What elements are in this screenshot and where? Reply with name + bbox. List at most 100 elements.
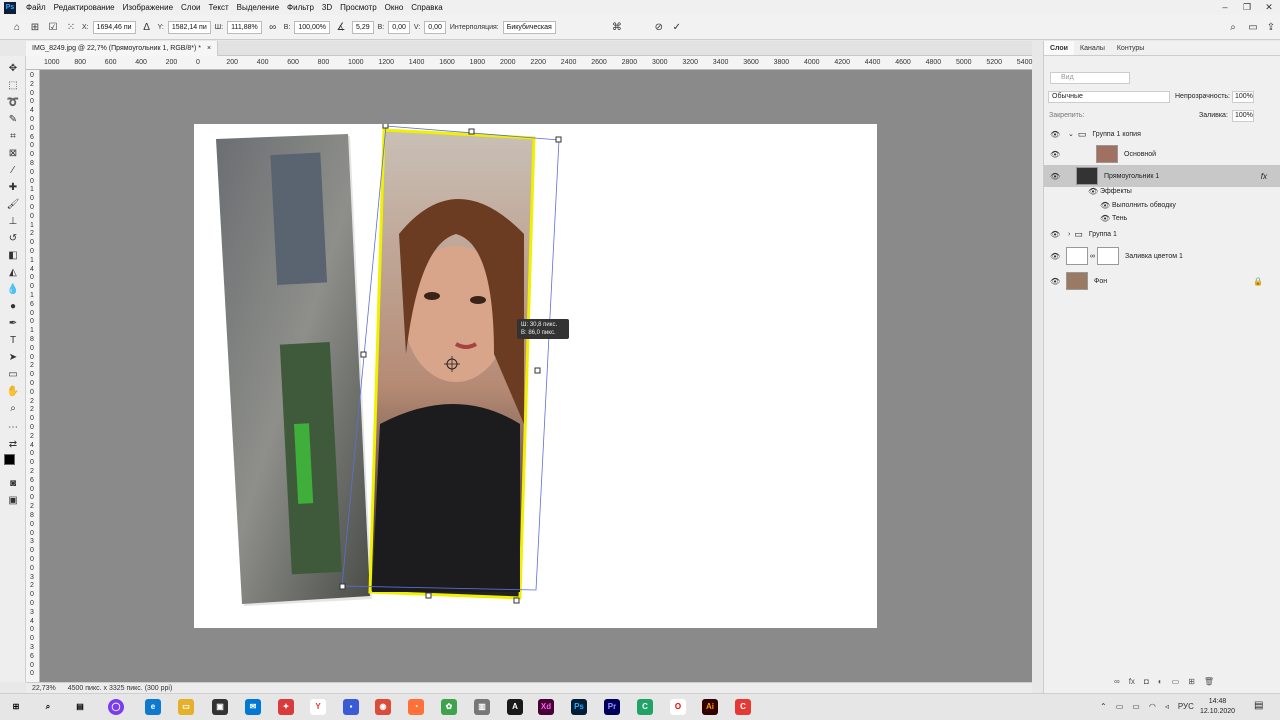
blend-mode-select[interactable]: Обычные: [1048, 91, 1170, 103]
transform-handle[interactable]: [555, 136, 562, 143]
add-mask-icon[interactable]: ◘: [1144, 677, 1149, 686]
move-tool-icon[interactable]: ✥: [5, 62, 21, 76]
brush-tool-icon[interactable]: 🖌: [5, 198, 21, 212]
search-icon[interactable]: ⌕: [1226, 22, 1240, 33]
eraser-tool-icon[interactable]: ◧: [5, 249, 21, 263]
mail-icon[interactable]: ✉: [245, 699, 261, 715]
tab-layers[interactable]: Слои: [1044, 41, 1074, 55]
app-icon[interactable]: C: [735, 699, 751, 715]
folder-icon[interactable]: ▭: [178, 699, 194, 715]
windows-start-icon[interactable]: ⊞: [8, 699, 24, 715]
history-brush-tool-icon[interactable]: ↺: [5, 232, 21, 246]
eye-icon[interactable]: 👁: [1100, 201, 1110, 210]
close-icon[interactable]: ✕: [1258, 0, 1280, 15]
eye-icon[interactable]: 👁: [1050, 277, 1060, 286]
edge-icon[interactable]: e: [145, 699, 161, 715]
zoom-tool-icon[interactable]: ⌕: [5, 402, 21, 416]
layer-row[interactable]: 👁 Основной: [1044, 143, 1280, 165]
screen-mode-icon[interactable]: ▣: [5, 494, 21, 508]
eye-icon[interactable]: 👁: [1050, 252, 1060, 261]
language-indicator[interactable]: РУС: [1178, 702, 1194, 711]
close-tab-icon[interactable]: ×: [207, 45, 211, 52]
restore-icon[interactable]: ❐: [1236, 0, 1258, 15]
tab-paths[interactable]: Контуры: [1111, 41, 1150, 55]
firefox-icon[interactable]: ◔: [408, 699, 424, 715]
wifi-icon[interactable]: ◠: [1149, 702, 1156, 711]
layer-row-selected[interactable]: 👁 Прямоугольник 1 fx: [1044, 165, 1280, 187]
chevron-right-icon[interactable]: ›: [1068, 231, 1070, 238]
y-field[interactable]: 1582,14 пи: [167, 20, 211, 34]
share-icon[interactable]: ⇪: [1264, 22, 1278, 33]
photoshop-icon[interactable]: Ps: [571, 699, 587, 715]
height-field[interactable]: 100,00%: [294, 20, 331, 34]
warp-icon[interactable]: ⌘: [610, 22, 624, 33]
skew-v-field[interactable]: 0,00: [424, 20, 446, 34]
type-tool-icon[interactable]: T: [5, 334, 21, 348]
eye-icon[interactable]: 👁: [1050, 150, 1060, 159]
effects-row[interactable]: 👁 Эффекты: [1044, 185, 1280, 197]
app-icon[interactable]: ▥: [474, 699, 490, 715]
eyedropper-tool-icon[interactable]: ⁄: [5, 164, 21, 178]
blur-tool-icon[interactable]: 💧: [5, 283, 21, 297]
foreground-color-swatch[interactable]: [4, 454, 15, 465]
healing-brush-tool-icon[interactable]: ✚: [5, 181, 21, 195]
transform-tool-icon[interactable]: ⊞: [28, 22, 42, 33]
lasso-tool-icon[interactable]: ➰: [5, 96, 21, 110]
layer-row[interactable]: 👁 › ▭ Группа 1: [1044, 223, 1280, 245]
acrobat-icon[interactable]: A: [507, 699, 523, 715]
eye-icon[interactable]: 👁: [1050, 130, 1060, 139]
skew-h-field[interactable]: 0,00: [388, 20, 410, 34]
camtasia-icon[interactable]: C: [637, 699, 653, 715]
task-view-icon[interactable]: ▤: [72, 699, 88, 715]
adjustment-icon[interactable]: ◐: [1158, 677, 1163, 686]
crop-tool-icon[interactable]: ⌗: [5, 130, 21, 144]
effect-row[interactable]: 👁 Выполнить обводку: [1044, 199, 1280, 211]
chevron-down-icon[interactable]: ⌄: [1068, 130, 1074, 138]
angle-field[interactable]: 5,29: [352, 20, 374, 34]
xd-icon[interactable]: Xd: [538, 699, 554, 715]
link-icon[interactable]: ∞: [266, 22, 280, 33]
transform-handle[interactable]: [534, 367, 541, 374]
transform-handle[interactable]: [513, 597, 520, 604]
menu-image[interactable]: Изображение: [119, 3, 177, 12]
chrome-icon[interactable]: ◉: [375, 699, 391, 715]
menu-layers[interactable]: Слои: [177, 3, 204, 12]
eye-icon[interactable]: 👁: [1050, 230, 1060, 239]
notifications-icon[interactable]: ▤: [1254, 700, 1263, 711]
trash-icon[interactable]: 🗑: [1204, 677, 1214, 686]
store-icon[interactable]: ▣: [212, 699, 228, 715]
x-field[interactable]: 1694,46 пи: [92, 20, 136, 34]
rectangle-tool-icon[interactable]: ▭: [5, 368, 21, 382]
premiere-icon[interactable]: Pr: [604, 699, 620, 715]
hand-tool-icon[interactable]: ✋: [5, 385, 21, 399]
fx-icon[interactable]: fx: [1261, 172, 1267, 181]
menu-view[interactable]: Просмотр: [336, 3, 381, 12]
network-icon[interactable]: ▭: [1116, 702, 1124, 711]
search-icon[interactable]: ⌕: [40, 699, 56, 715]
chevron-up-icon[interactable]: ⌃: [1100, 702, 1107, 711]
eye-icon[interactable]: 👁: [1088, 187, 1098, 196]
transform-handle[interactable]: [382, 124, 389, 129]
eye-icon[interactable]: 👁: [1050, 172, 1060, 181]
frame-tool-icon[interactable]: ⊠: [5, 147, 21, 161]
menu-edit[interactable]: Редактирование: [50, 3, 119, 12]
collage-artwork[interactable]: [194, 124, 877, 628]
layer-row[interactable]: 👁 Фон 🔒: [1044, 270, 1280, 292]
fill-field[interactable]: 100%: [1232, 110, 1254, 122]
document-tab[interactable]: IMG_8249.jpg @ 22,7% (Прямоугольник 1, R…: [26, 41, 219, 56]
cancel-transform-icon[interactable]: ⊘: [652, 22, 666, 33]
width-field[interactable]: 111,88%: [227, 20, 262, 34]
transform-handle[interactable]: [468, 128, 475, 135]
path-select-tool-icon[interactable]: ➤: [5, 351, 21, 365]
layer-row[interactable]: 👁 ⌄ ▭ Группа 1 копия: [1044, 123, 1280, 145]
menu-window[interactable]: Окно: [381, 3, 408, 12]
battery-icon[interactable]: ▭: [1132, 702, 1140, 711]
menu-file[interactable]: Файл: [22, 3, 50, 12]
new-layer-icon[interactable]: ⊞: [1188, 677, 1195, 686]
opera-icon[interactable]: O: [670, 699, 686, 715]
clock[interactable]: 14:48 12.10.2020: [1200, 697, 1235, 717]
gift-icon[interactable]: ✦: [278, 699, 294, 715]
transform-handle[interactable]: [360, 351, 367, 358]
more-tools-icon[interactable]: ⋯: [5, 421, 21, 435]
interpolation-select[interactable]: Бикубическая: [502, 20, 556, 34]
